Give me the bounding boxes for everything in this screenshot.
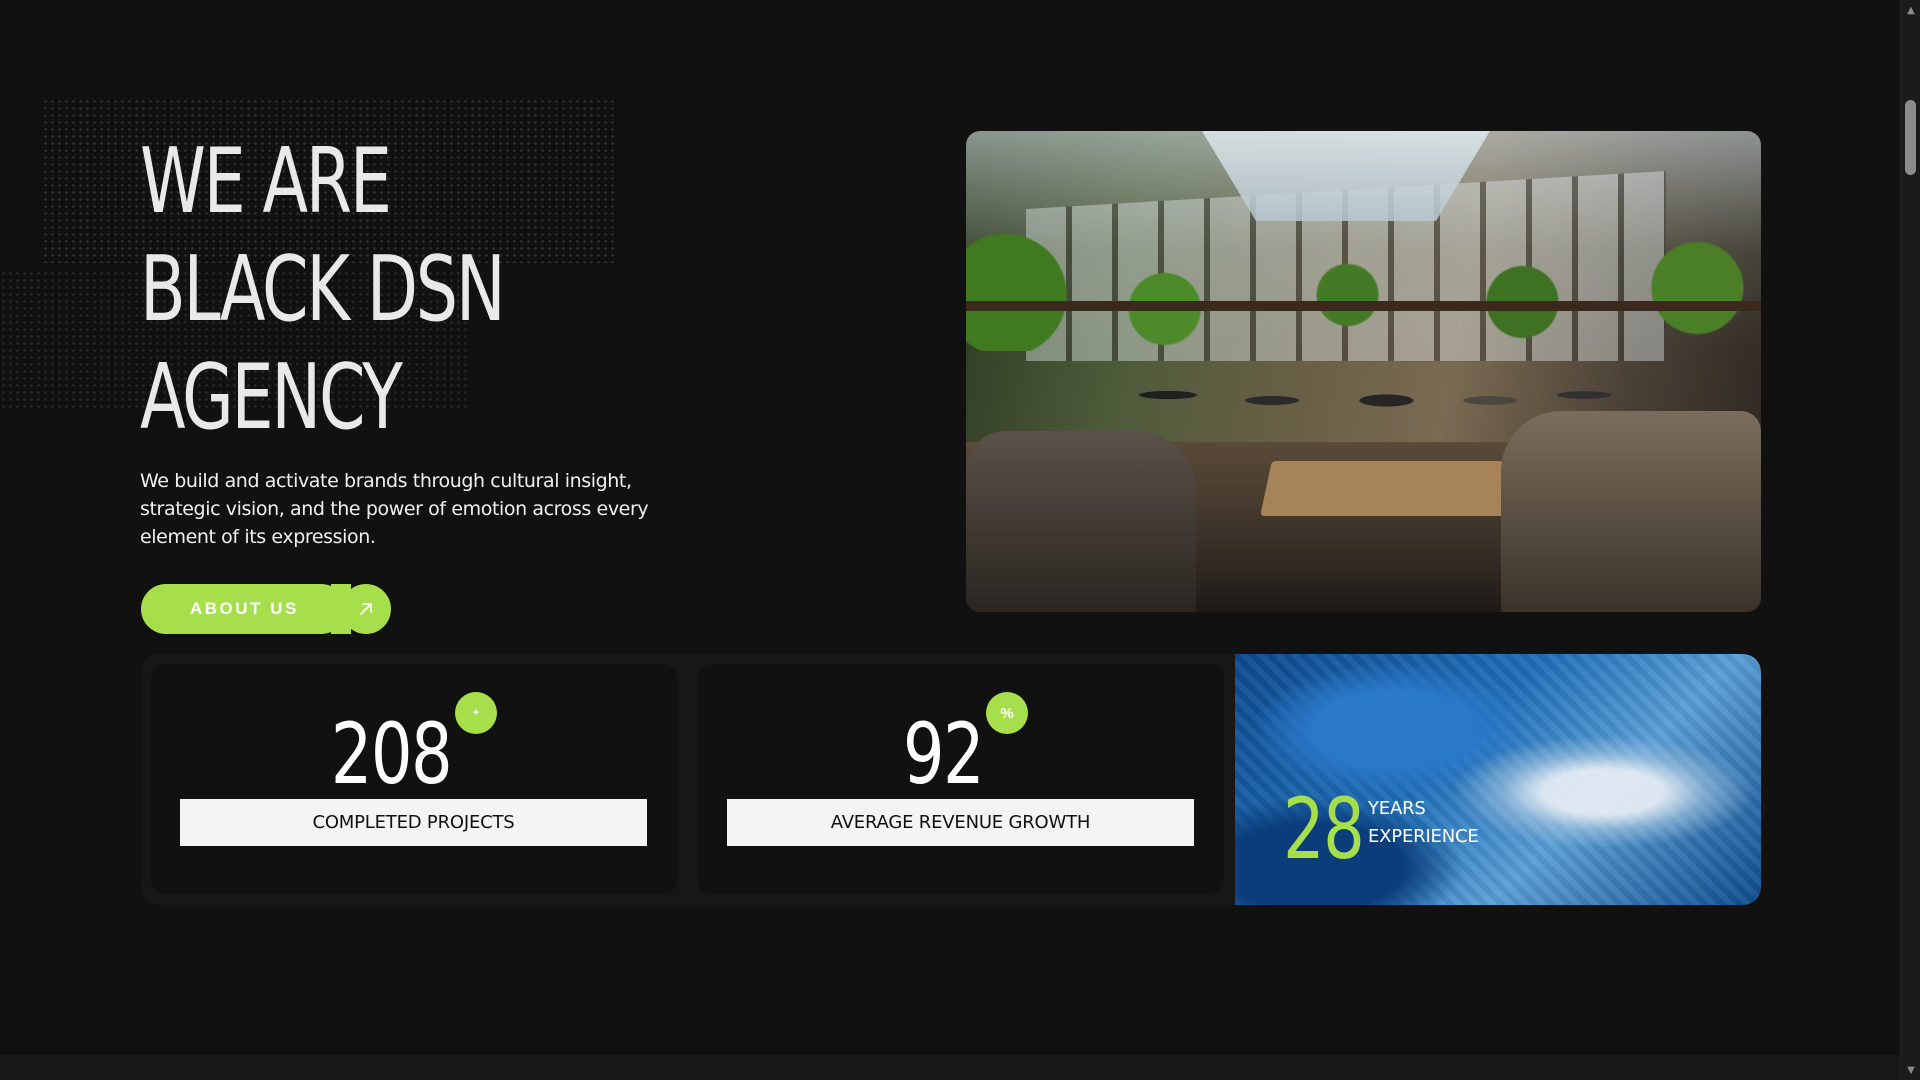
arrow-up-right-icon[interactable] xyxy=(341,584,391,634)
hero-title-line-1: WE ARE xyxy=(140,129,392,234)
photo-shelf xyxy=(966,301,1761,311)
stat-badge: % xyxy=(986,692,1028,734)
photo-sofa-left xyxy=(966,431,1196,612)
page-scrollbar[interactable]: ▲ ▼ xyxy=(1900,0,1920,1080)
experience-label: YEARS EXPERIENCE xyxy=(1368,795,1508,851)
experience-value: 28 xyxy=(1283,780,1365,878)
stat-label: AVERAGE REVENUE GROWTH xyxy=(727,799,1194,846)
scroll-up-icon[interactable]: ▲ xyxy=(1901,0,1920,20)
photo-sofa-right xyxy=(1501,411,1761,612)
stat-value: 208 xyxy=(330,705,453,803)
experience-label-line-1: YEARS xyxy=(1368,798,1426,819)
stat-value: 92 xyxy=(902,705,985,803)
stat-badge: + xyxy=(455,692,497,734)
scroll-down-icon[interactable]: ▼ xyxy=(1901,1060,1920,1080)
about-us-button[interactable]: ABOUT US xyxy=(141,584,391,634)
about-us-label: ABOUT US xyxy=(141,584,346,634)
next-section-edge xyxy=(0,1055,1900,1080)
photo-plants xyxy=(966,211,1761,351)
scrollbar-thumb[interactable] xyxy=(1905,100,1916,175)
stats-row: 208 + COMPLETED PROJECTS 92 % AVERAGE RE… xyxy=(141,654,1761,905)
stat-label: COMPLETED PROJECTS xyxy=(180,799,647,846)
hero-description: We build and activate brands through cul… xyxy=(140,470,649,548)
photo-table xyxy=(1260,461,1532,516)
experience-card: 28 YEARS EXPERIENCE xyxy=(1235,654,1761,905)
stat-card-revenue: 92 % AVERAGE REVENUE GROWTH xyxy=(698,664,1224,894)
hero-title-line-3: AGENCY xyxy=(140,345,403,450)
hero-title: WE ARE BLACK DSN AGENCY xyxy=(140,128,506,452)
experience-label-line-2: EXPERIENCE xyxy=(1368,826,1479,847)
hero-title-line-2: BLACK DSN xyxy=(140,237,506,342)
stat-card-projects: 208 + COMPLETED PROJECTS xyxy=(151,664,677,894)
office-team-photo xyxy=(966,131,1761,612)
page: WE ARE BLACK DSN AGENCY We build and act… xyxy=(0,0,1920,1080)
